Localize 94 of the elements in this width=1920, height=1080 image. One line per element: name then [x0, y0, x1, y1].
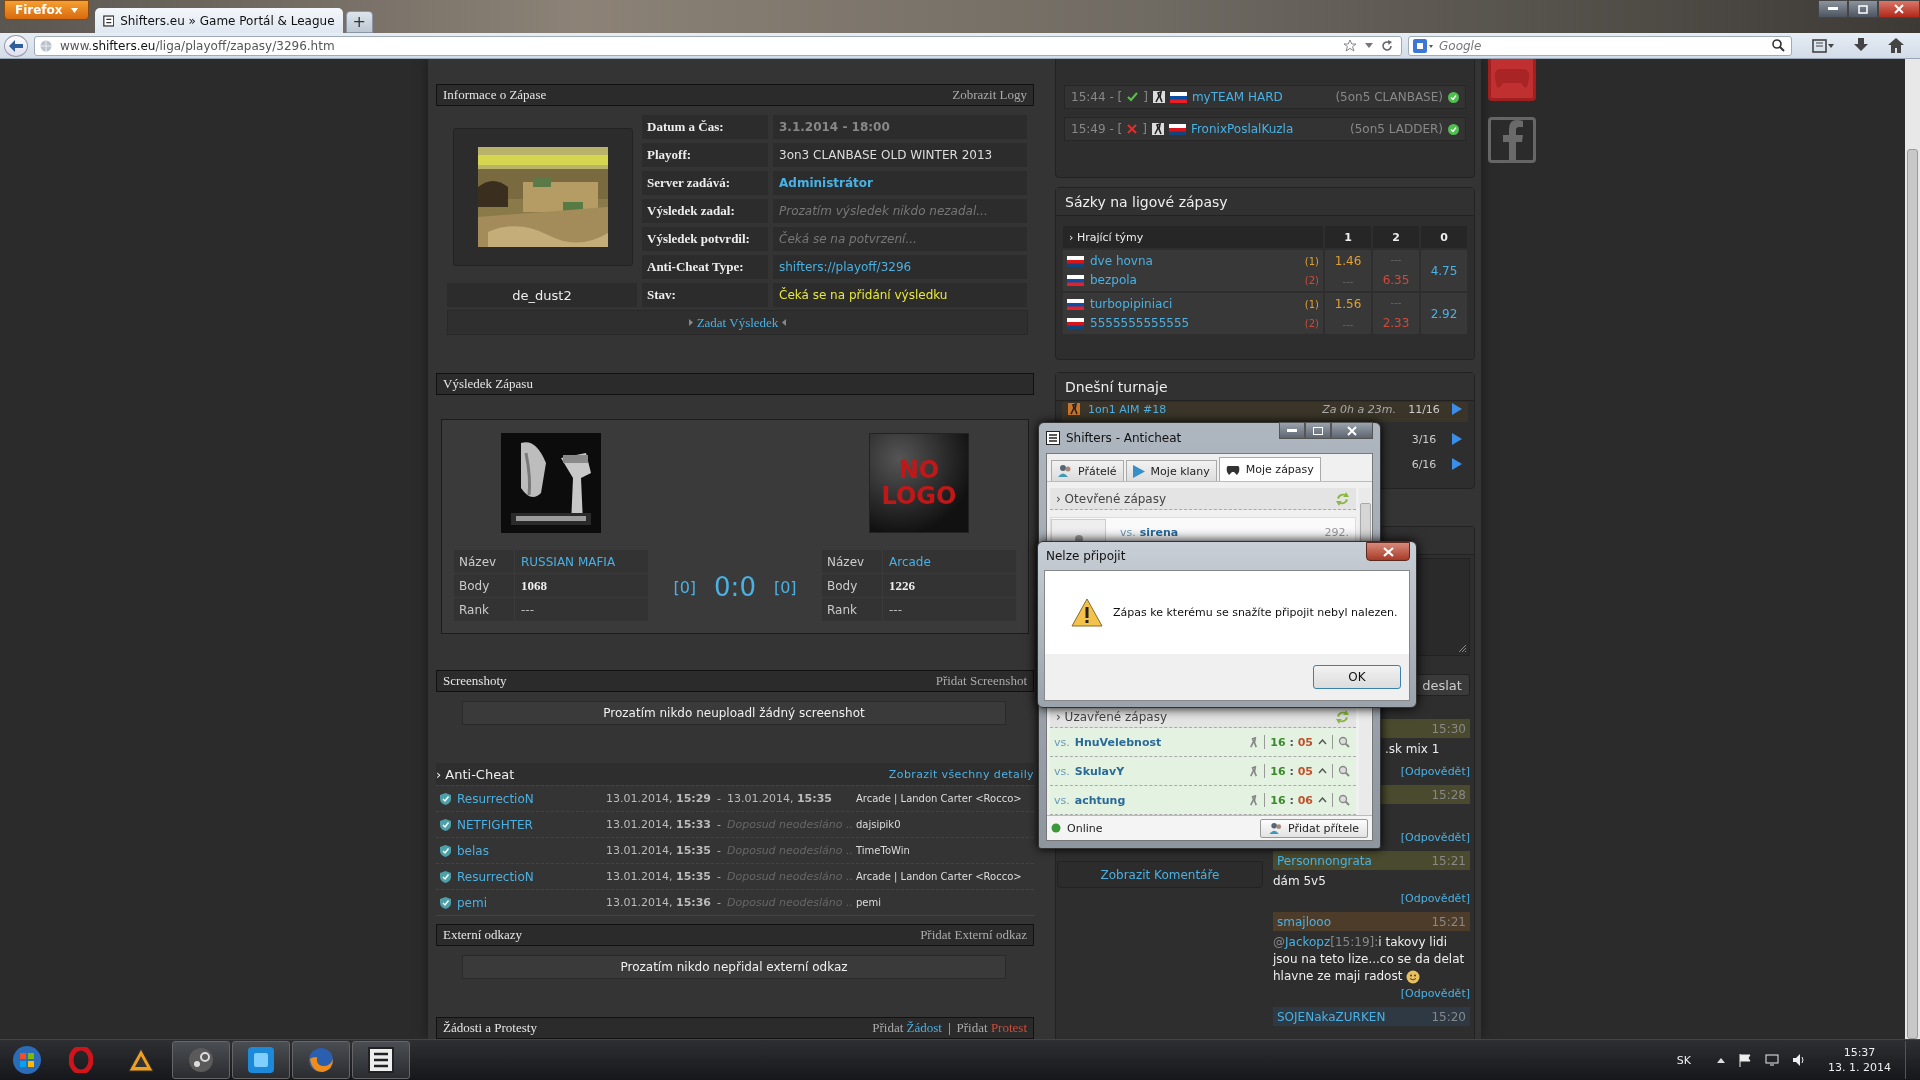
team-slot: (1)	[1304, 298, 1319, 310]
no-logo-image: NO LOGO	[869, 433, 969, 533]
stat-value: ---	[515, 598, 648, 621]
field-label: Datum a Čas:	[642, 115, 768, 139]
match-result: 16 : 05	[1270, 764, 1313, 778]
start-time: 13.01.2014, 15:36	[606, 896, 711, 909]
panel-title: Sázky na ligové zápasy	[1056, 188, 1474, 216]
dialog-message: Zápas ke kterému se snažíte připojit nebyl nalezen.	[1113, 606, 1398, 619]
field-label: Výsledek zadal:	[642, 199, 768, 223]
slot-count: 11/16	[1407, 403, 1441, 416]
team-slot: (1)	[1304, 255, 1319, 267]
field-value: Prozatím výsledek nikdo nezadal...	[773, 199, 1027, 223]
column-header: 0	[1421, 226, 1467, 248]
team-slot: (2)	[1304, 274, 1319, 286]
team-slot: (2)	[1304, 317, 1319, 329]
stat-value: 1068	[515, 574, 648, 597]
player-info: Arcade | Landon Carter <Rocco>	[856, 871, 1023, 882]
start-time: 13.01.2014, 15:35	[606, 870, 711, 883]
start-time: 13.01.2014, 15:29	[606, 792, 711, 805]
section-title: › Uzavřené zápasy	[1056, 709, 1167, 724]
stat-label: Název	[454, 550, 514, 573]
bracket: ]	[1142, 122, 1147, 136]
window-title: Shifters - Anticheat	[1066, 431, 1182, 445]
section-title: › Anti-Cheat	[436, 766, 515, 782]
match-result: 16 : 06	[1270, 793, 1313, 807]
slot-count: 6/16	[1410, 457, 1438, 471]
comment-time: 15:21	[1431, 914, 1466, 929]
field-label: Výsledek potvrdil:	[642, 227, 768, 251]
vs-label: vs.	[1054, 735, 1070, 749]
column-header: 2	[1373, 226, 1419, 248]
panel-title: Dnešní turnaje	[1056, 373, 1474, 401]
empty-notice: Prozatím nikdo nepřidal externí odkaz	[462, 955, 1006, 979]
section-title: Informace o Zápase	[443, 87, 547, 103]
separator: -	[717, 870, 721, 883]
separator: -	[717, 818, 721, 831]
separator: -	[717, 792, 721, 805]
stat-label: Název	[822, 550, 882, 573]
start-countdown: Za 0h a 23m.	[1322, 403, 1396, 416]
match-result: 16 : 05	[1270, 735, 1313, 749]
slot-count: 3/16	[1410, 432, 1438, 446]
team-score: [0]	[673, 577, 697, 597]
player-info: dajsipik0	[856, 819, 902, 830]
bracket: ]	[1143, 90, 1148, 104]
match-mode: (5on5 CLANBASE)	[1335, 90, 1443, 104]
match-score: 0:0	[714, 572, 756, 602]
player-info: TimeToWin	[856, 845, 911, 856]
match-count: 292.	[1324, 525, 1349, 539]
comment-time: 15:21	[1431, 853, 1466, 868]
field-value: 3.1.2014 - 18:00	[773, 115, 1027, 139]
section-title: Žádosti a Protesty	[443, 1020, 537, 1036]
section-title: Výsledek Zápasu	[443, 376, 533, 392]
stat-label: Rank	[454, 598, 514, 621]
field-label: Server zadává:	[642, 171, 768, 195]
vs-label: vs.	[1054, 764, 1070, 778]
dialog-title: Nelze připojit	[1046, 549, 1126, 563]
vs-label: vs.	[1120, 525, 1136, 539]
field-value: Čeká se na potvrzení...	[773, 227, 1027, 251]
column-header: 1	[1325, 226, 1371, 248]
empty-notice: Prozatím nikdo neuploadl žádný screenshot	[462, 701, 1006, 725]
match-mode: (5on5 LADDER)	[1350, 122, 1443, 136]
separator: -	[717, 844, 721, 857]
comment-time: 15:28	[1431, 787, 1466, 802]
vs-label: vs.	[1054, 793, 1070, 807]
comment-time: 15:30	[1431, 721, 1466, 736]
match-time: 15:44 - [	[1071, 90, 1123, 104]
column-header: › Hrající týmy	[1063, 226, 1323, 248]
section-title: Screenshoty	[443, 673, 507, 689]
player-info: Arcade | Landon Carter <Rocco>	[856, 793, 1023, 804]
team-score: [0]	[773, 577, 797, 597]
map-name: de_dust2	[447, 283, 637, 307]
player-info: pemi	[856, 897, 883, 908]
field-value: 3on3 CLANBASE OLD WINTER 2013	[773, 143, 1027, 167]
field-label: Stav:	[642, 283, 768, 307]
stat-label: Rank	[822, 598, 882, 621]
comment-time: 15:20	[1431, 1009, 1466, 1024]
comment-text: .sk mix 1	[1385, 742, 1440, 756]
section-title: › Otevřené zápasy	[1056, 491, 1167, 506]
separator: -	[717, 896, 721, 909]
stat-label: Body	[454, 574, 514, 597]
field-value: Čeká se na přidání výsledku	[773, 283, 1027, 307]
comment-text: @Jackopz[15:19]:i takovy lidi jsou na teto lize...co se da delat hlavne ze maji radost	[1273, 934, 1466, 985]
separator: |	[947, 1020, 951, 1036]
field-label: Anti-Cheat Type:	[642, 255, 768, 279]
comment-text: dám 5v5	[1273, 873, 1327, 890]
section-title: Externí odkazy	[443, 927, 523, 943]
status-label: Online	[1067, 821, 1103, 835]
stat-label: Body	[822, 574, 882, 597]
stat-value: 1226	[883, 574, 1016, 597]
match-time: 15:49 - [	[1071, 122, 1123, 136]
end-time: 13.01.2014, 15:35	[727, 792, 832, 805]
field-label: Playoff:	[642, 143, 768, 167]
start-time: 13.01.2014, 15:35	[606, 844, 711, 857]
start-time: 13.01.2014, 15:33	[606, 818, 711, 831]
stat-value: ---	[883, 598, 1016, 621]
